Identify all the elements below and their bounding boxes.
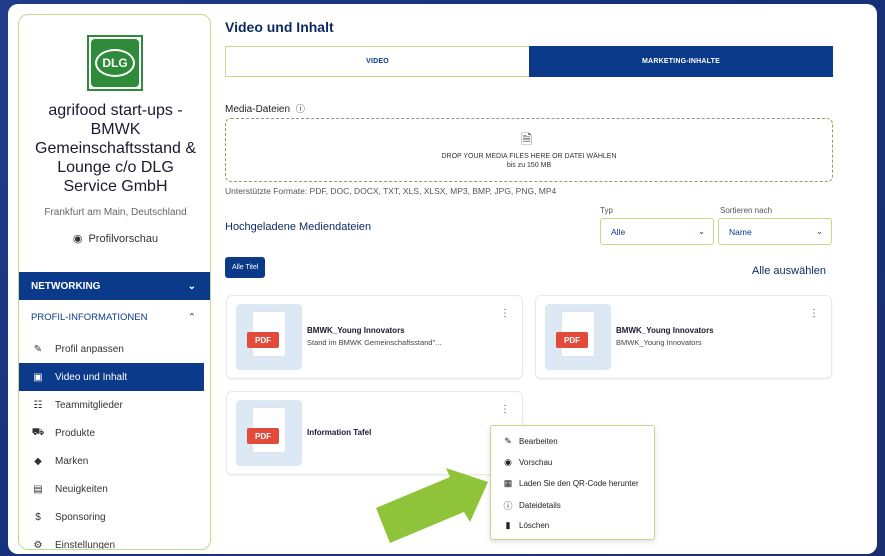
arrow-shape (376, 468, 488, 543)
annotation-arrow (376, 468, 488, 543)
